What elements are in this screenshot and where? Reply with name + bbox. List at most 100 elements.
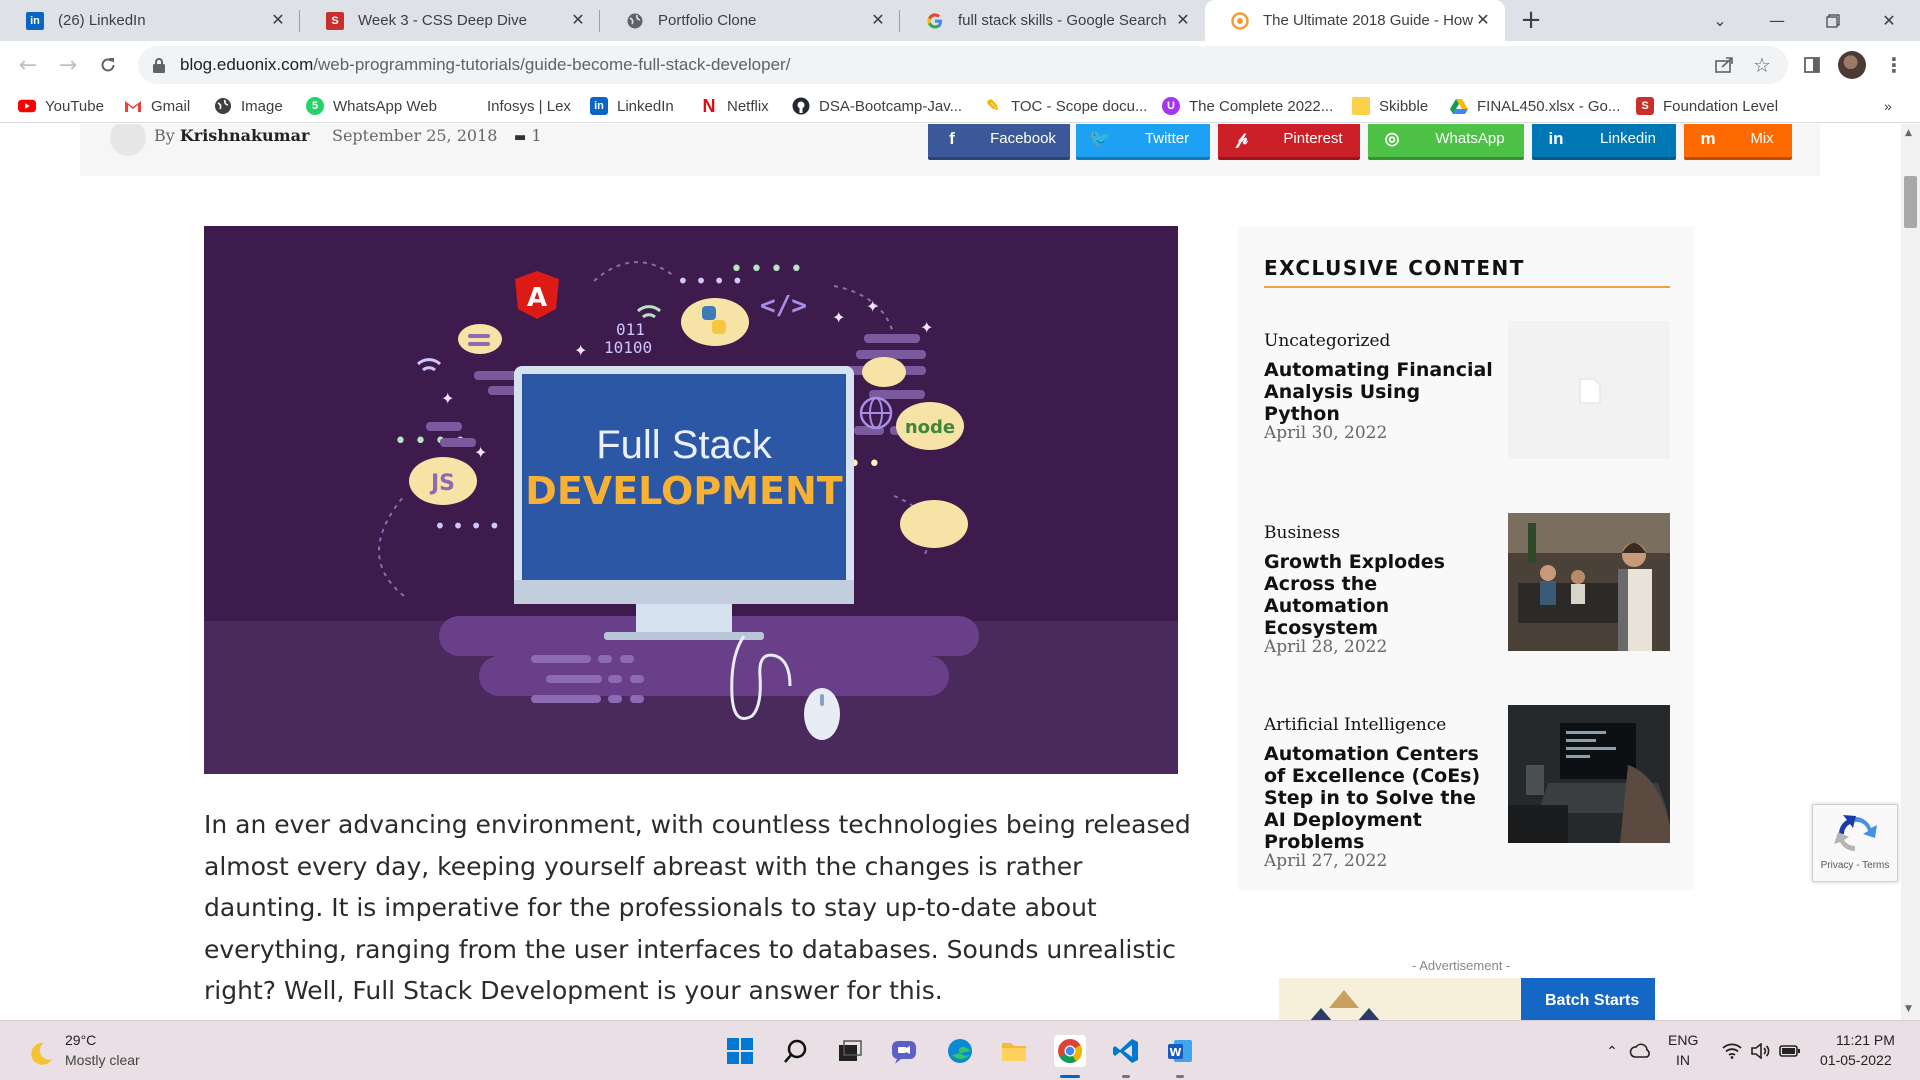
close-icon[interactable]: ✕ — [570, 12, 586, 29]
tab-css-deep-dive[interactable]: S Week 3 - CSS Deep Dive ✕ — [300, 0, 600, 41]
side-panel-icon[interactable] — [1796, 49, 1828, 81]
windows-start-icon[interactable] — [724, 1035, 756, 1067]
forward-arrow-icon[interactable]: → — [52, 49, 84, 81]
weather-moon-icon[interactable] — [24, 1037, 56, 1069]
temperature: 29°C — [65, 1032, 97, 1048]
bookmark-youtube[interactable]: YouTube — [18, 95, 104, 117]
bookmark-foundation[interactable]: S Foundation Level — [1636, 95, 1778, 117]
close-icon[interactable]: ✕ — [270, 12, 286, 29]
bookmark-netflix[interactable]: N Netflix — [700, 95, 769, 117]
bookmark-star-icon[interactable]: ☆ — [1746, 49, 1778, 81]
share-pinterest-button[interactable]: 𝓅 Pinterest — [1218, 124, 1360, 160]
address-bar[interactable]: blog.eduonix.com/web-programming-tutoria… — [138, 46, 1788, 84]
close-icon[interactable]: ✕ — [1175, 12, 1191, 29]
close-window-button[interactable]: ✕ — [1864, 0, 1914, 41]
reload-icon[interactable] — [92, 49, 124, 81]
recaptcha-badge[interactable]: Privacy - Terms — [1812, 804, 1898, 882]
post-author: By Krishnakumar — [154, 126, 309, 145]
back-arrow-icon[interactable]: ← — [12, 49, 44, 81]
author-prefix: By — [154, 126, 175, 145]
tab-linkedin[interactable]: in (26) LinkedIn ✕ — [0, 0, 300, 41]
more-bookmarks-icon[interactable]: » — [1884, 95, 1892, 117]
post-headline[interactable]: Automating Financial Analysis Using Pyth… — [1264, 359, 1500, 425]
page-scrollbar[interactable]: ▲ ▼ — [1901, 124, 1920, 1020]
new-tab-button[interactable]: + — [1516, 6, 1546, 36]
clock-time[interactable]: 11:21 PM — [1836, 1032, 1895, 1048]
scroll-up-arrow-icon[interactable]: ▲ — [1905, 128, 1912, 138]
pencil-icon: ✎ — [986, 98, 1000, 115]
bookmark-whatsapp[interactable]: 5 WhatsApp Web — [306, 95, 437, 117]
restore-button[interactable] — [1808, 0, 1858, 41]
input-language[interactable]: ENG — [1668, 1032, 1698, 1048]
share-facebook-button[interactable]: f Facebook — [928, 124, 1070, 160]
sidebar-post[interactable]: Business Growth Explodes Across the Auto… — [1264, 513, 1670, 663]
bookmark-label: Infosys | Lex — [487, 97, 571, 115]
bookmark-drive-sheet[interactable]: FINAL450.xlsx - Go... — [1450, 95, 1620, 117]
bookmark-github[interactable]: DSA-Bootcamp-Jav... — [792, 95, 962, 117]
post-thumbnail[interactable] — [1508, 513, 1670, 651]
onedrive-cloud-icon[interactable] — [1624, 1035, 1656, 1067]
share-whatsapp-button[interactable]: ◎ WhatsApp — [1368, 124, 1524, 160]
featured-image: ✦ ✦ ✦ ✦ ✦ ✦ • • • • • • • • • • • • • • • • … — [204, 226, 1178, 774]
tab-eduonix-active[interactable]: The Ultimate 2018 Guide - How t ✕ — [1205, 0, 1505, 41]
post-category[interactable]: Artificial Intelligence — [1264, 715, 1446, 735]
search-icon[interactable] — [780, 1035, 812, 1067]
mix-icon: m — [1700, 128, 1716, 148]
vscode-icon[interactable] — [1110, 1035, 1142, 1067]
post-category[interactable]: Business — [1264, 523, 1340, 543]
tab-google-search[interactable]: full stack skills - Google Search ✕ — [900, 0, 1205, 41]
task-view-icon[interactable] — [834, 1035, 866, 1067]
bookmark-toc[interactable]: ✎ TOC - Scope docu... — [984, 95, 1147, 117]
tab-portfolio-clone[interactable]: Portfolio Clone ✕ — [600, 0, 900, 41]
close-icon[interactable]: ✕ — [1475, 12, 1491, 29]
volume-icon[interactable] — [1744, 1035, 1776, 1067]
scrollbar-thumb[interactable] — [1904, 176, 1917, 228]
profile-avatar[interactable] — [1838, 51, 1866, 79]
whatsapp-icon: 5 — [306, 97, 324, 115]
author-name[interactable]: Krishnakumar — [180, 126, 310, 145]
recaptcha-links[interactable]: Privacy - Terms — [1813, 860, 1897, 871]
post-meta-bar: By Krishnakumar September 25, 2018 ▬ 1 f… — [80, 124, 1820, 176]
advertisement-banner[interactable]: Batch Starts — [1279, 978, 1655, 1020]
post-thumbnail[interactable] — [1508, 705, 1670, 843]
sidebar-post[interactable]: Artificial Intelligence Automation Cente… — [1264, 705, 1670, 875]
minimize-button[interactable]: — — [1752, 0, 1802, 41]
share-twitter-button[interactable]: 🐦 Twitter — [1076, 124, 1210, 160]
author-avatar — [110, 124, 146, 156]
bookmark-label: WhatsApp Web — [333, 97, 437, 115]
tab-search-chevron-icon[interactable]: ⌄ — [1695, 0, 1745, 41]
post-category[interactable]: Uncategorized — [1264, 331, 1390, 351]
share-mix-button[interactable]: m Mix — [1684, 124, 1792, 160]
share-icon[interactable] — [1708, 49, 1740, 81]
bookmark-gmail[interactable]: Gmail — [124, 95, 190, 117]
bookmark-image[interactable]: Image — [214, 95, 283, 117]
bookmark-linkedin[interactable]: in LinkedIn — [590, 95, 674, 117]
battery-icon[interactable] — [1774, 1035, 1806, 1067]
file-explorer-icon[interactable] — [998, 1035, 1030, 1067]
bookmark-skibble[interactable]: Skibble — [1352, 95, 1428, 117]
post-headline[interactable]: Growth Explodes Across the Automation Ec… — [1264, 551, 1500, 639]
input-region[interactable]: IN — [1676, 1052, 1690, 1068]
share-label: Facebook — [990, 130, 1056, 147]
bookmark-label: The Complete 2022... — [1189, 97, 1334, 115]
linkedin-icon: in — [26, 11, 44, 30]
sidebar-post[interactable]: Uncategorized Automating Financial Analy… — [1264, 321, 1670, 471]
scroll-down-arrow-icon[interactable]: ▼ — [1905, 1004, 1912, 1014]
svg-text:10100: 10100 — [604, 338, 652, 357]
teams-chat-icon[interactable] — [888, 1035, 920, 1067]
bookmark-infosys[interactable]: Infosys | Lex — [460, 95, 571, 117]
close-icon[interactable]: ✕ — [870, 12, 886, 29]
post-thumbnail[interactable] — [1508, 321, 1670, 459]
tab-label: Week 3 - CSS Deep Dive — [358, 12, 527, 29]
share-label: Pinterest — [1283, 130, 1343, 147]
bookmark-udemy[interactable]: U The Complete 2022... — [1162, 95, 1333, 117]
word-icon[interactable]: W — [1164, 1035, 1196, 1067]
share-label: Twitter — [1144, 130, 1190, 147]
edge-browser-icon[interactable] — [944, 1035, 976, 1067]
comment-count[interactable]: ▬ 1 — [514, 126, 542, 145]
kebab-menu-icon[interactable]: ⋮ — [1878, 49, 1910, 81]
chrome-icon[interactable] — [1054, 1035, 1086, 1067]
clock-date[interactable]: 01-05-2022 — [1820, 1052, 1892, 1068]
share-linkedin-button[interactable]: in Linkedin — [1532, 124, 1676, 160]
post-headline[interactable]: Automation Centers of Excellence (CoEs) … — [1264, 743, 1500, 853]
